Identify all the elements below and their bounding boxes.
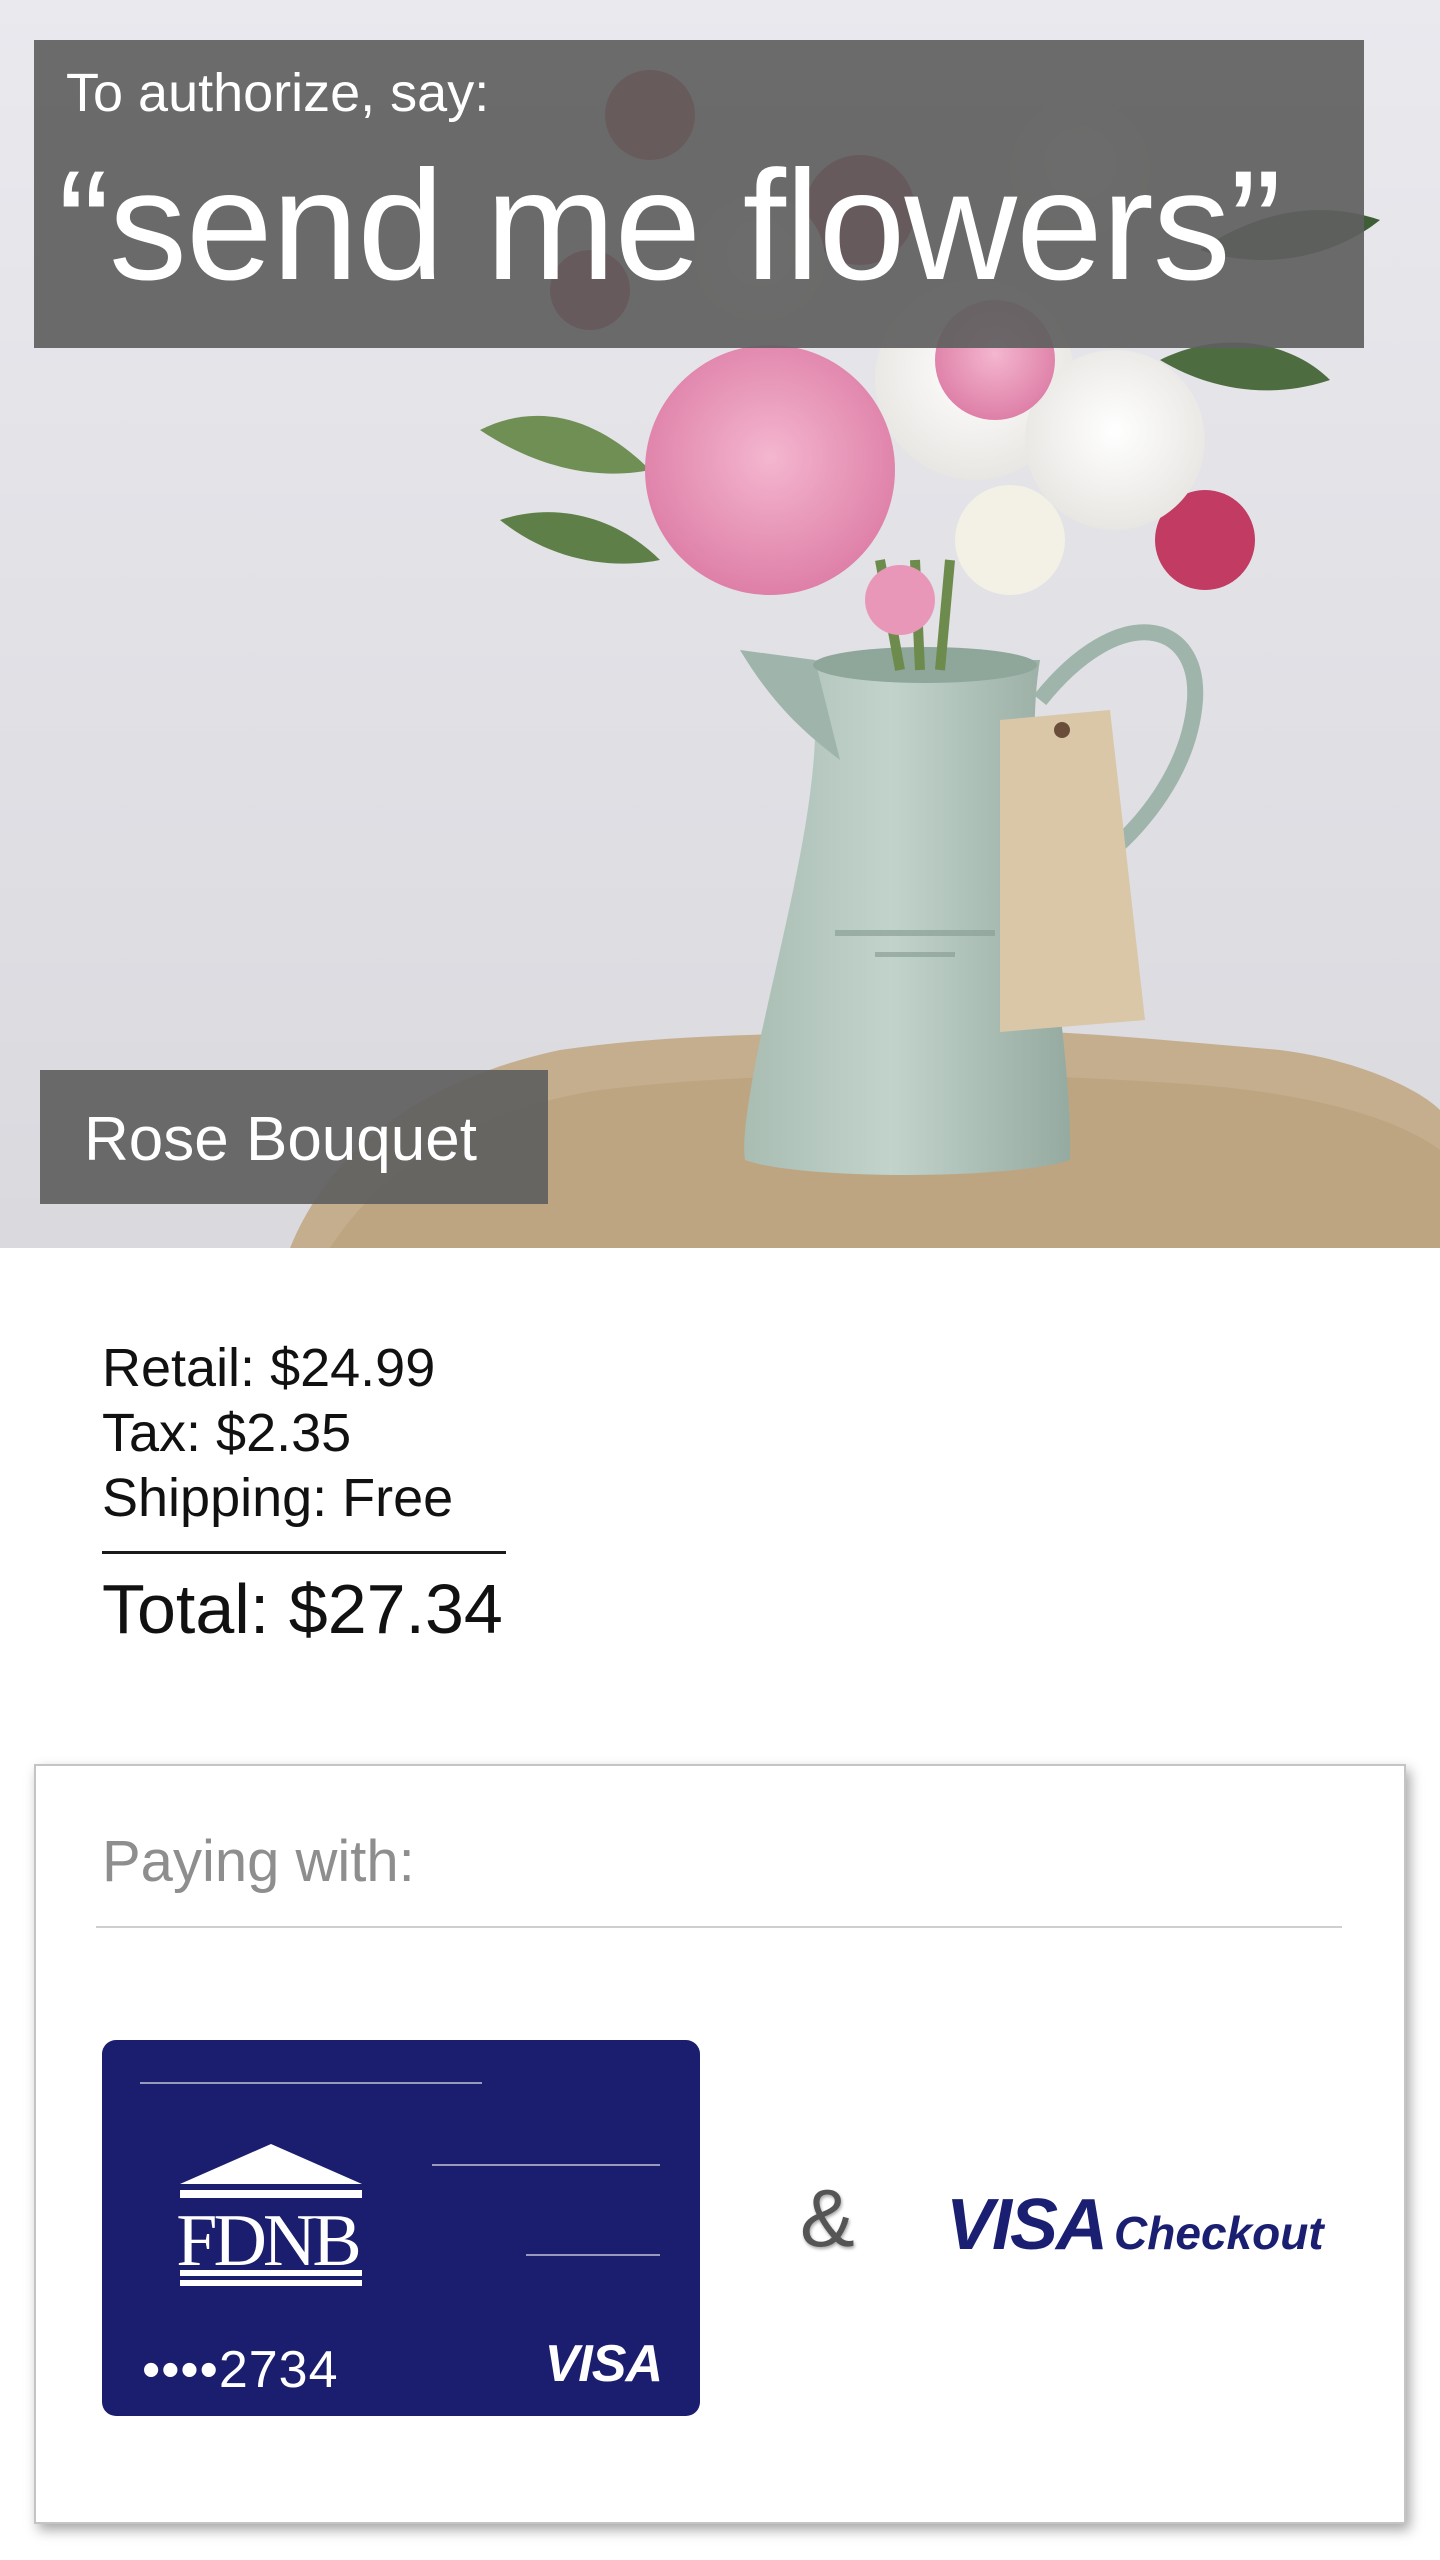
visa-checkout-product: Checkout [1114, 2207, 1324, 2259]
retail-price: Retail: $24.99 [102, 1338, 436, 1398]
visa-checkout-logo: VISA Checkout [946, 2184, 1324, 2266]
summary-divider [102, 1551, 506, 1554]
product-hero: To authorize, say: “send me flowers” Ros… [0, 0, 1440, 1248]
card-decor-line [140, 2082, 482, 2084]
card-decor-line [526, 2254, 660, 2256]
visa-checkout-brand: VISA [946, 2185, 1108, 2265]
card-network-logo: VISA [544, 2335, 663, 2393]
payment-method-panel: Paying with: FDNB ••••2734 VISA & VISA Ch… [34, 1764, 1406, 2524]
card-number: ••••2734 [142, 2341, 339, 2399]
bank-card[interactable]: FDNB ••••2734 VISA [102, 2040, 700, 2416]
auth-phrase-text: “send me flowers” [58, 139, 1282, 313]
card-decor-line [432, 2164, 660, 2166]
voice-auth-banner: To authorize, say: “send me flowers” [34, 40, 1364, 348]
ampersand: & [800, 2173, 855, 2264]
auth-prompt-text: To authorize, say: [66, 63, 490, 123]
payment-divider [96, 1926, 1342, 1928]
bank-name: FDNB [176, 2200, 361, 2282]
product-name: Rose Bouquet [84, 1105, 477, 1174]
product-name-label: Rose Bouquet [40, 1070, 548, 1204]
paying-with-heading: Paying with: [102, 1829, 415, 1894]
tax-amount: Tax: $2.35 [102, 1403, 352, 1463]
order-summary: Retail: $24.99 Tax: $2.35 Shipping: Free… [102, 1336, 506, 1652]
order-total: Total: $27.34 [102, 1570, 503, 1648]
shipping-cost: Shipping: Free [102, 1468, 454, 1528]
